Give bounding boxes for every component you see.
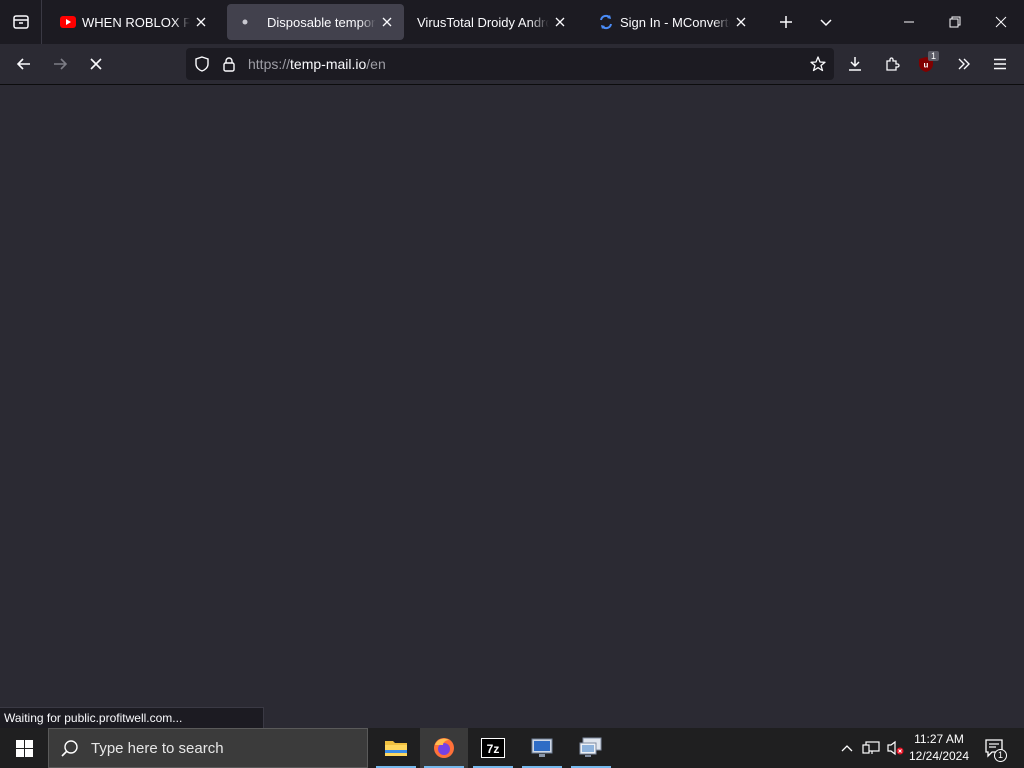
close-window-button[interactable] [978, 0, 1024, 44]
system-clock[interactable]: 11:27 AM 12/24/2024 [900, 728, 978, 768]
back-button[interactable] [8, 48, 40, 80]
chevron-up-icon [841, 745, 853, 752]
restore-icon [949, 16, 961, 28]
double-chevron-right-icon [958, 58, 970, 70]
url-scheme: https:// [248, 56, 291, 72]
tab-label: WHEN ROBLOX FANS WATCH [82, 14, 190, 30]
forward-button[interactable] [44, 48, 76, 80]
extensions-button[interactable] [876, 48, 908, 80]
network-tool-taskbar-button[interactable] [518, 728, 566, 768]
close-icon [90, 58, 102, 70]
mconverter-icon [598, 14, 614, 30]
tab-temp-mail[interactable]: Disposable temporary email [227, 4, 404, 40]
url-host: temp-mail.io [290, 56, 367, 72]
search-placeholder: Type here to search [91, 739, 224, 757]
7zip-taskbar-button[interactable]: 7z [469, 728, 517, 768]
minimize-button[interactable] [886, 0, 932, 44]
url-path: /en [366, 56, 386, 72]
tab-label: Sign In - MConverter App [620, 14, 730, 30]
show-hidden-icons-button[interactable] [836, 728, 858, 768]
svg-text:7z: 7z [487, 742, 500, 756]
firefox-taskbar-button[interactable] [420, 728, 468, 768]
close-tab-icon[interactable] [380, 15, 394, 29]
computer-icon [579, 737, 602, 757]
close-icon [995, 16, 1007, 28]
arrow-right-icon [54, 58, 68, 70]
bookmark-star-icon[interactable] [810, 56, 826, 72]
firefox-view-icon [12, 15, 29, 29]
7zip-icon: 7z [481, 738, 505, 758]
ublock-origin-button[interactable]: u 1 [912, 48, 944, 80]
restore-button[interactable] [932, 0, 978, 44]
download-icon [849, 57, 861, 71]
plus-icon [780, 16, 792, 28]
chevron-down-icon [820, 19, 832, 27]
firefox-view-button[interactable] [0, 0, 42, 44]
status-panel: Waiting for public.profitwell.com... [0, 707, 264, 728]
lock-icon[interactable] [222, 56, 236, 72]
search-icon [61, 739, 79, 757]
arrow-left-icon [16, 58, 30, 70]
clock-date: 12/24/2024 [908, 749, 970, 763]
overflow-menu-button[interactable] [948, 48, 980, 80]
file-explorer-taskbar-button[interactable] [372, 728, 420, 768]
taskbar-search-box[interactable]: Type here to search [48, 728, 368, 768]
firefox-icon [434, 738, 454, 758]
network-icon [862, 741, 880, 754]
folder-icon [385, 741, 407, 756]
action-center-button[interactable]: 1 [980, 728, 1008, 768]
network-tray-button[interactable] [860, 728, 882, 768]
close-tab-icon[interactable] [194, 15, 208, 29]
start-button[interactable] [0, 728, 48, 768]
youtube-icon [60, 14, 76, 30]
tracking-protection-icon[interactable] [194, 56, 210, 72]
url-bar[interactable]: https://temp-mail.io/en [186, 48, 834, 80]
downloads-button[interactable] [839, 48, 871, 80]
windows-logo-icon [15, 739, 33, 757]
tab-virustotal[interactable]: VirusTotal Droidy Android Sandbox [407, 4, 577, 40]
tab-mconverter[interactable]: Sign In - MConverter App [588, 4, 758, 40]
close-tab-icon[interactable] [553, 15, 567, 29]
tab-youtube[interactable]: WHEN ROBLOX FANS WATCH [50, 4, 218, 40]
notification-count: 1 [994, 749, 1007, 762]
url-text[interactable]: https://temp-mail.io/en [248, 48, 386, 80]
clock-time: 11:27 AM [914, 732, 964, 746]
monitor-icon [531, 738, 553, 757]
tab-label: VirusTotal Droidy Android Sandbox [417, 14, 549, 30]
list-all-tabs-button[interactable] [803, 0, 849, 44]
stop-loading-button[interactable] [80, 48, 112, 80]
navigation-toolbar: https://temp-mail.io/en u 1 [0, 44, 1024, 85]
loading-dot-icon [237, 14, 253, 30]
svg-text:u: u [924, 61, 929, 70]
close-tab-icon[interactable] [734, 15, 748, 29]
app-menu-button[interactable] [984, 48, 1016, 80]
page-content [0, 85, 1024, 728]
puzzle-icon [886, 57, 900, 71]
tab-label: Disposable temporary email [267, 14, 376, 30]
extension-badge: 1 [928, 51, 940, 61]
tab-bar: WHEN ROBLOX FANS WATCH Disposable tempor… [0, 0, 1024, 44]
taskbar: Type here to search 7z 11:27 AM 12/24/20… [0, 728, 1024, 768]
remote-desktop-taskbar-button[interactable] [567, 728, 615, 768]
hamburger-menu-icon [994, 58, 1006, 70]
minimize-icon [904, 21, 914, 23]
